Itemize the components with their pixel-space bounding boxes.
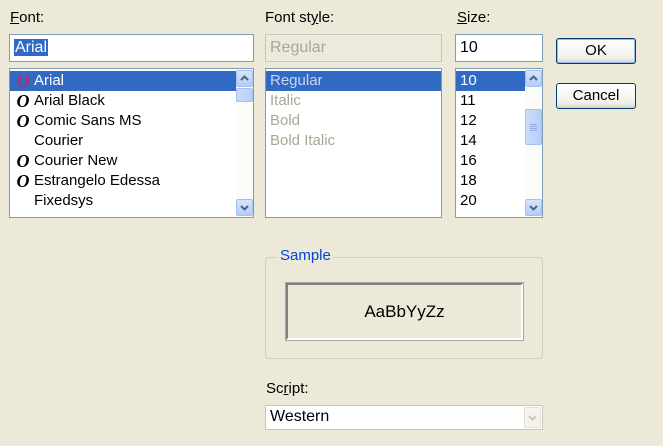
font-list-item-label: Arial	[34, 72, 65, 89]
font-list-item-label: Arial Black	[34, 92, 105, 109]
sample-group-title: Sample	[277, 247, 334, 265]
font-style-list-item: Bold	[270, 112, 301, 129]
cancel-button[interactable]: Cancel	[556, 83, 636, 109]
scroll-up-button[interactable]	[236, 70, 253, 87]
font-label: Font:	[10, 9, 45, 26]
font-style-list-item: Regular	[266, 71, 441, 91]
font-style-list-item: Italic	[270, 92, 301, 109]
scroll-up-button[interactable]	[525, 70, 542, 87]
font-name-input[interactable]: Arial	[9, 34, 254, 62]
font-list-item[interactable]: O Arial Black	[10, 91, 253, 111]
opentype-font-icon: O	[16, 91, 30, 111]
script-label: Script:	[266, 380, 309, 397]
arrow-up-icon	[529, 75, 538, 81]
font-style-label: Font style:	[265, 9, 335, 26]
font-list-items: OArialOArial BlackOComic Sans MSOCourier…	[10, 69, 253, 211]
font-list-item-label: Comic Sans MS	[34, 112, 142, 129]
font-list-item[interactable]: O Arial	[10, 71, 253, 91]
font-list-item-label: Courier	[34, 132, 84, 149]
opentype-font-icon: O	[16, 171, 30, 191]
size-list[interactable]: 10 11 12 14 16 18 20	[455, 68, 543, 218]
scroll-down-button[interactable]	[525, 199, 542, 216]
font-style-input: Regular	[265, 34, 442, 62]
size-input[interactable]: 10	[455, 34, 543, 62]
chevron-down-icon	[528, 415, 537, 421]
arrow-up-icon	[240, 75, 249, 81]
font-list-item-label: Fixedsys	[34, 192, 94, 209]
arrow-down-icon	[529, 205, 538, 211]
sample-preview: AaBbYyZz	[285, 282, 524, 341]
font-list-scrollbar[interactable]	[236, 69, 253, 217]
font-list-item[interactable]: O Comic Sans MS	[10, 111, 253, 131]
font-list[interactable]: OArialOArial BlackOComic Sans MSOCourier…	[9, 68, 254, 218]
font-list-item-label: Estrangelo Edessa	[34, 172, 160, 189]
sample-text: AaBbYyZz	[364, 301, 445, 321]
font-list-item[interactable]: O Estrangelo Edessa	[10, 171, 253, 191]
font-name-value: Arial	[14, 39, 49, 56]
arrow-down-icon	[240, 205, 249, 211]
opentype-font-icon: O	[16, 151, 30, 171]
font-list-item[interactable]: OFixedsys	[10, 191, 253, 211]
font-style-list: Regular Italic Bold Bold Italic	[265, 68, 442, 218]
font-list-item-label: Courier New	[34, 152, 118, 169]
font-list-item[interactable]: O Courier New	[10, 151, 253, 171]
size-label: Size:	[457, 9, 491, 26]
opentype-font-icon: O	[16, 111, 30, 131]
size-list-scrollbar[interactable]	[525, 69, 542, 217]
font-style-list-item: Bold Italic	[270, 132, 336, 149]
dropdown-button	[524, 407, 541, 428]
scroll-thumb[interactable]	[236, 88, 253, 102]
font-list-item[interactable]: OCourier	[10, 131, 253, 151]
scroll-thumb[interactable]	[525, 109, 542, 145]
script-value: Western	[270, 408, 330, 425]
opentype-font-icon: O	[16, 71, 30, 91]
script-select: Western	[265, 405, 543, 430]
font-style-list-items: Regular Italic Bold Bold Italic	[266, 69, 441, 151]
scroll-down-button[interactable]	[236, 199, 253, 216]
ok-button[interactable]: OK	[556, 38, 636, 64]
